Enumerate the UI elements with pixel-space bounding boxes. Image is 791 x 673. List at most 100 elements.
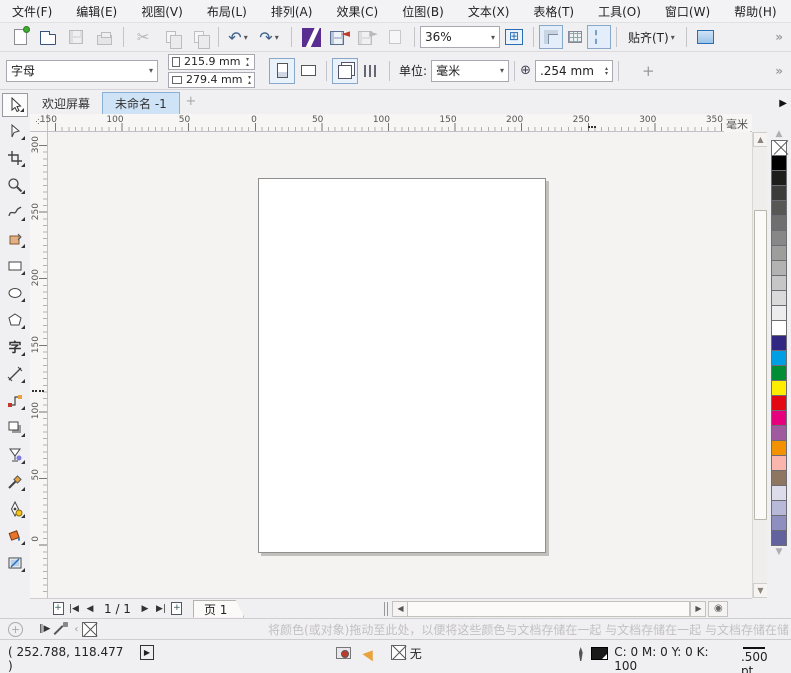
color-swatch[interactable] [771,380,787,396]
menu-item[interactable]: 位图(B) [402,3,444,20]
smart-fill-tool[interactable] [2,225,28,252]
save-icon[interactable] [64,25,88,49]
color-swatch[interactable] [771,215,787,231]
portrait-button[interactable] [269,57,296,84]
document-palette-no-color-swatch[interactable] [82,621,98,637]
color-swatch[interactable] [771,335,787,351]
toolbar-overflow-chevron[interactable]: » [775,30,783,44]
color-swatch[interactable] [771,365,787,381]
color-swatch[interactable] [771,230,787,246]
units-combo[interactable]: 毫米 ▾ [431,59,510,82]
ellipse-tool[interactable] [2,279,28,306]
document-palette-flyout-arrow[interactable]: ‖▶ [39,624,50,634]
cut-icon[interactable]: ✂ [131,25,155,49]
color-swatch[interactable] [771,260,787,276]
nudge-distance-field[interactable]: .254 mm ▴ ▾ [534,59,613,82]
color-swatch[interactable] [771,245,787,261]
vertical-ruler[interactable]: 300 250 200 150 100 50 0 [30,132,48,598]
color-swatch[interactable] [771,350,787,366]
export-icon[interactable]: ► [355,25,379,49]
options-icon[interactable] [694,25,718,49]
next-page-button[interactable]: ▶ [137,601,153,617]
scroll-down-button[interactable]: ▼ [753,583,768,598]
vertical-scrollbar[interactable]: ▲ ▼ [752,132,768,598]
color-swatch[interactable] [771,530,787,546]
all-pages-button[interactable] [332,57,359,84]
contour-tool[interactable] [2,441,28,468]
menu-item[interactable]: 效果(C) [336,3,378,20]
paper-type-combo[interactable]: 字母 ▾ [6,59,158,82]
color-swatch[interactable] [771,515,787,531]
menu-item[interactable]: 编辑(E) [76,3,117,20]
redo-icon[interactable]: ↷ ▾ [254,25,284,49]
paste-icon[interactable] [187,25,211,49]
document-navigator-icon[interactable]: ◉ [708,600,729,617]
docker-flyout-arrow[interactable]: ▶ [779,98,787,109]
color-swatch[interactable] [771,155,787,171]
outline-pen-icon[interactable] [578,647,583,661]
show-guidelines-toggle[interactable] [587,25,611,49]
full-screen-preview-icon[interactable]: ⊞ [502,25,526,49]
crop-tool[interactable] [2,144,28,171]
page-1-tab[interactable]: 页 1 [193,600,244,618]
menu-item[interactable]: 布局(L) [207,3,247,20]
palette-scroll-down-icon[interactable]: ▼ [776,546,783,559]
rectangle-tool[interactable] [2,252,28,279]
color-swatch[interactable] [771,290,787,306]
color-swatch[interactable] [771,185,787,201]
status-flyout-button[interactable]: ▶ [139,645,155,660]
color-swatch[interactable] [771,455,787,471]
menu-item[interactable]: 文件(F) [12,3,52,20]
paper-height-field[interactable]: 279.4 mm ▾ ▴ [168,71,256,88]
color-swatch[interactable] [771,275,787,291]
menu-item[interactable]: 文本(X) [468,3,510,20]
color-swatch[interactable] [771,485,787,501]
color-eyedropper-tool[interactable] [2,468,28,495]
menu-item[interactable]: 排列(A) [271,3,313,20]
menu-item[interactable]: 视图(V) [141,3,183,20]
publish-pdf-icon[interactable] [383,25,407,49]
add-page-before-button[interactable]: + [50,601,66,617]
fill-tool[interactable] [2,522,28,549]
copy-icon[interactable] [159,25,183,49]
shape-tool[interactable] [2,117,28,144]
document-palette-add-icon[interactable]: + [8,621,23,637]
drop-shadow-tool[interactable] [2,414,28,441]
horizontal-ruler[interactable]: 毫米 150 100 50 0 50 100 150 200 250 300 350 [40,114,752,132]
straight-line-connector-tool[interactable] [2,387,28,414]
print-icon[interactable] [92,25,116,49]
scroll-left-button[interactable]: ◀ [392,600,409,617]
outline-color-swatch[interactable] [590,647,609,660]
color-swatch[interactable] [771,470,787,486]
color-swatch[interactable] [771,440,787,456]
tab-scroll-splitter[interactable] [384,601,389,616]
color-swatch[interactable] [771,305,787,321]
undo-icon[interactable]: ↶ ▾ [226,25,250,49]
tab-welcome-screen[interactable]: 欢迎屏幕 [30,92,102,114]
add-page-after-button[interactable]: + [169,601,185,617]
drawing-window[interactable] [48,132,752,598]
outline-pen-tool[interactable] [2,495,28,522]
text-tool[interactable]: 字 [2,333,28,360]
show-grid-toggle[interactable] [563,25,587,49]
parallel-dimension-tool[interactable] [2,360,28,387]
fill-color-icon[interactable] [362,641,382,662]
zoom-tool[interactable] [2,171,28,198]
chevron-left-icon[interactable]: ‹ [74,624,78,635]
pick-tool[interactable] [2,93,28,117]
menu-item[interactable]: 帮助(H) [734,3,776,20]
open-icon[interactable] [36,25,60,49]
document-color-settings-icon[interactable] [335,647,352,659]
color-swatch[interactable] [771,425,787,441]
color-swatch[interactable] [771,200,787,216]
eyedropper-icon[interactable] [54,622,69,636]
width-spinner[interactable]: ▾ ▴ [246,56,249,67]
color-swatch[interactable] [771,170,787,186]
polygon-tool[interactable] [2,306,28,333]
propbar-overflow-chevron[interactable]: » [775,64,783,78]
drawing-page[interactable] [258,178,546,553]
interactive-fill-tool[interactable] [2,549,28,576]
last-page-button[interactable]: ▶| [153,601,169,617]
horizontal-scrollbar[interactable] [408,600,691,617]
color-swatch[interactable] [771,395,787,411]
